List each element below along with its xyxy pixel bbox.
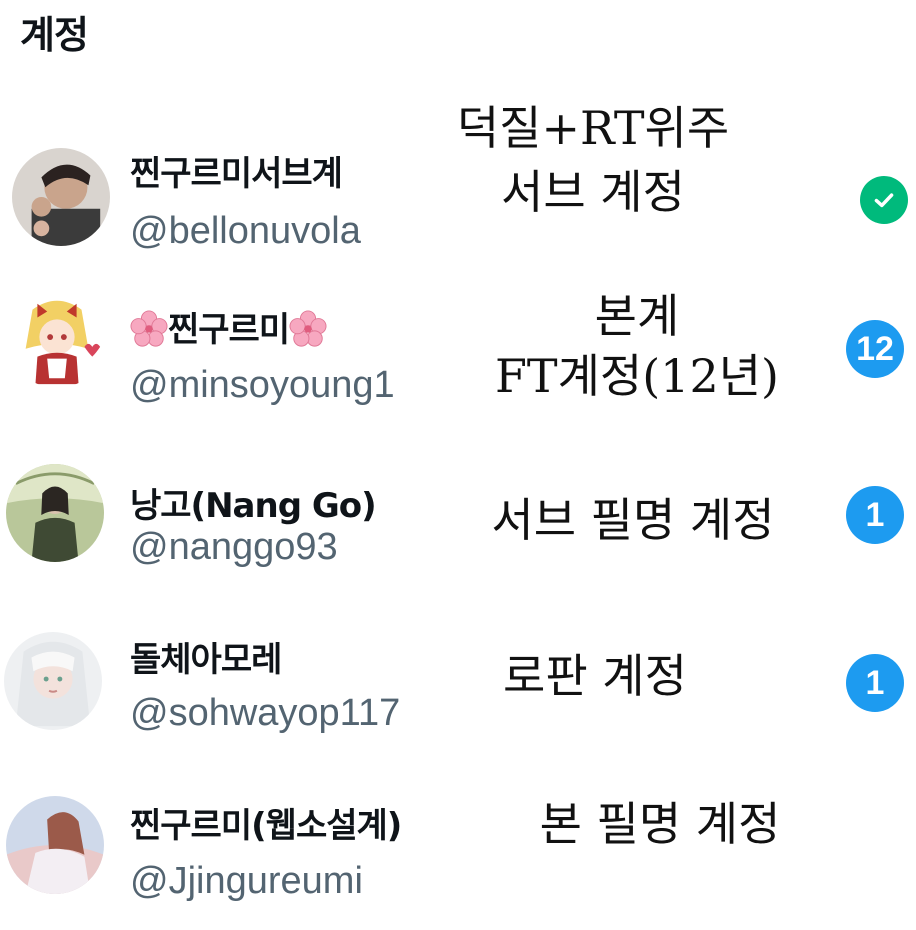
- handle: @nanggo93: [130, 526, 338, 568]
- avatar: [6, 464, 104, 562]
- note-line: 덕질+RT위주: [456, 101, 730, 155]
- check-icon: [860, 176, 908, 224]
- handle: @sohwayop117: [130, 692, 401, 734]
- page-title: 계정: [20, 13, 89, 57]
- avatar: [12, 148, 110, 246]
- avatar: [6, 796, 104, 894]
- account-row[interactable]: 돌체아모레 @sohwayop117 로판 계정 1: [0, 628, 916, 768]
- handle: @bellonuvola: [130, 210, 361, 252]
- notification-count-badge: 1: [846, 486, 904, 544]
- account-row[interactable]: 찐구르미 @minsoyoung1 본계 FT계정(12년) 12: [0, 289, 916, 430]
- account-row[interactable]: 찐구르미(웹소설계) @Jjingureumi 본 필명 계정: [0, 790, 916, 930]
- display-name: 낭고(Nang Go): [130, 486, 377, 526]
- note-line: 본 필명 계정: [539, 797, 781, 851]
- note-line: 서브 계정: [501, 165, 685, 219]
- cherry-blossom-icon: [289, 309, 327, 348]
- avatar: [8, 290, 106, 388]
- handle: @Jjingureumi: [130, 860, 363, 902]
- note-line: FT계정(12년): [495, 349, 779, 403]
- notification-count-badge: 12: [846, 320, 904, 378]
- notification-count-badge: 1: [846, 654, 904, 712]
- note-line: 서브 필명 계정: [491, 493, 775, 547]
- avatar: [4, 632, 102, 730]
- display-name: 찐구르미(웹소설계): [130, 806, 402, 846]
- display-name: 돌체아모레: [130, 640, 282, 680]
- handle: @minsoyoung1: [130, 364, 395, 406]
- account-row[interactable]: 찐구르미서브계 @bellonuvola 덕질+RT위주 서브 계정: [0, 101, 916, 270]
- note-line: 로판 계정: [503, 649, 687, 703]
- cherry-blossom-icon: [130, 309, 168, 348]
- account-row[interactable]: 낭고(Nang Go) @nanggo93 서브 필명 계정 1: [0, 460, 916, 600]
- note-line: 본계: [594, 289, 680, 343]
- display-name-text: 찐구르미: [168, 310, 290, 350]
- display-name: 찐구르미: [130, 302, 327, 351]
- display-name: 찐구르미서브계: [130, 154, 343, 194]
